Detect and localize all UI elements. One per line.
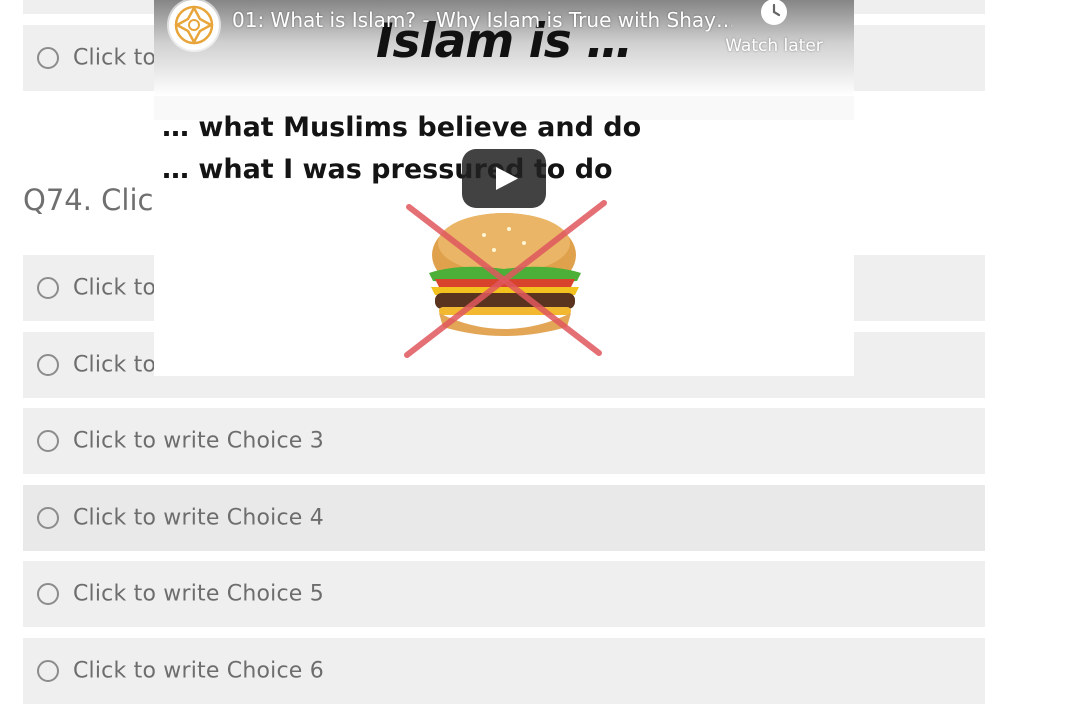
question-title: Q74. Clic [23,183,154,217]
radio-button[interactable] [37,47,59,69]
play-icon[interactable] [462,149,546,208]
radio-button[interactable] [37,583,59,605]
radio-button[interactable] [37,507,59,529]
watch-later-label: Watch later [725,36,823,56]
radio-button[interactable] [37,354,59,376]
choice-row-6[interactable]: Click to write Choice 6 [23,638,985,704]
watch-later-button[interactable]: Watch later [714,0,834,60]
choice-row-3[interactable]: Click to write Choice 3 [23,408,985,474]
video-player[interactable]: … what Muslims believe and do … what I w… [154,0,854,376]
choice-row-4[interactable]: Click to write Choice 4 [23,485,985,551]
radio-button[interactable] [37,277,59,299]
clock-icon [761,0,787,25]
choice-label[interactable]: Click to write Choice 6 [73,659,324,684]
slide-line-1: … what Muslims believe and do [162,112,642,143]
choice-label[interactable]: Click to write Choice 5 [73,582,324,607]
radio-button[interactable] [37,660,59,682]
burger-crossed-out-image [404,200,607,358]
radio-button[interactable] [37,430,59,452]
channel-logo-icon[interactable] [169,0,219,50]
choice-row-5[interactable]: Click to write Choice 5 [23,561,985,627]
choice-label[interactable]: Click to write Choice 4 [73,506,324,531]
choice-label[interactable]: Click to [73,276,156,301]
video-title-link[interactable]: 01: What is Islam? - Why Islam is True w… [232,8,732,32]
choice-label[interactable]: Click to [73,46,156,71]
choice-label[interactable]: Click to write Choice 3 [73,429,324,454]
choice-label[interactable]: Click to [73,353,156,378]
